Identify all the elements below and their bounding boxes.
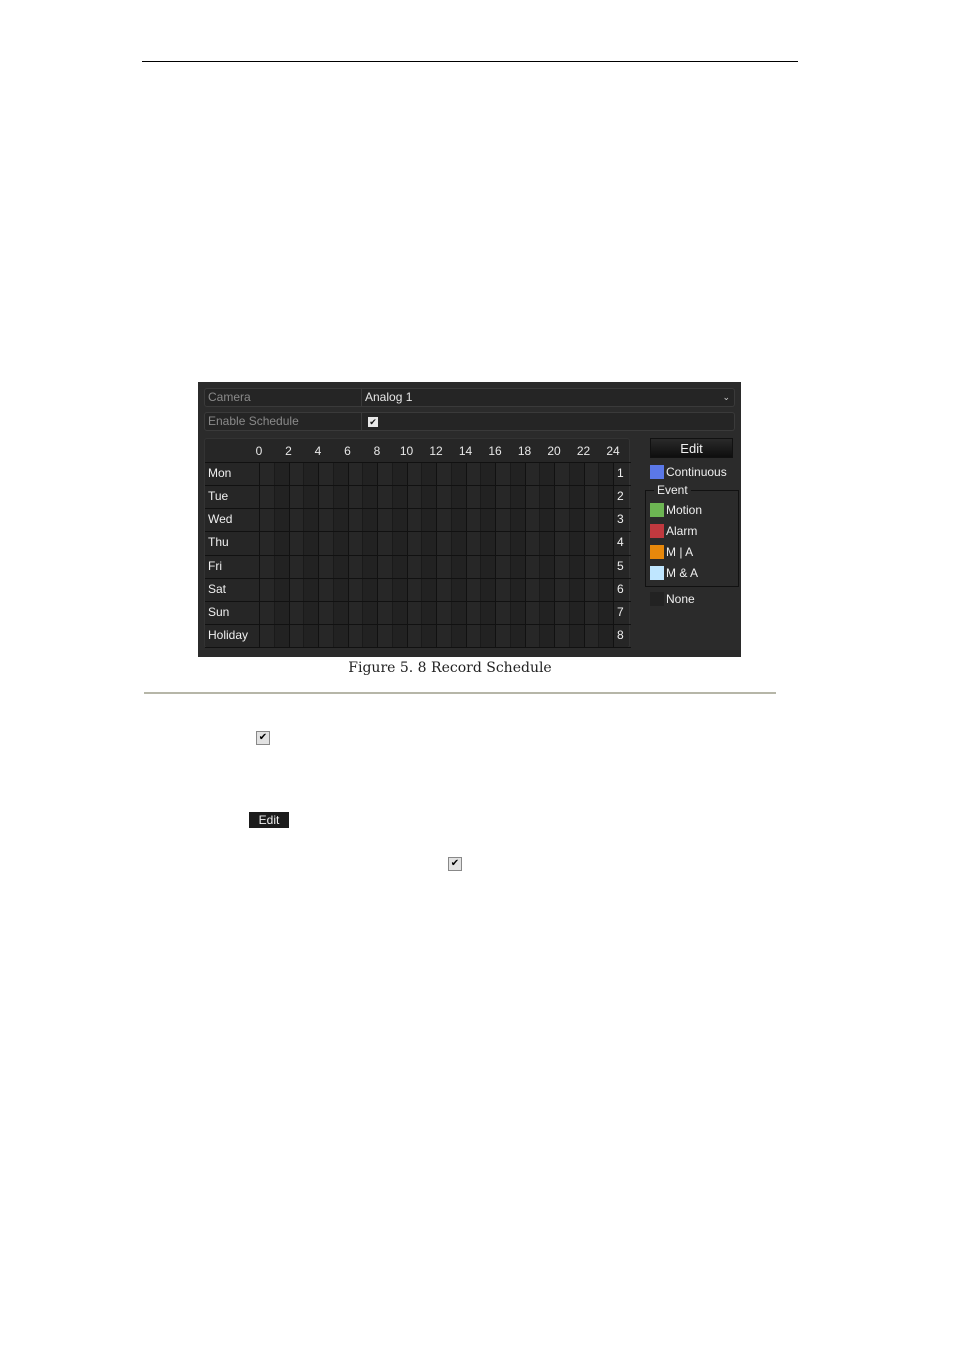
motion-label: Motion bbox=[666, 503, 703, 517]
none-swatch bbox=[650, 592, 664, 606]
row-number: 2 bbox=[617, 489, 624, 504]
legend-alarm[interactable]: Alarm bbox=[650, 524, 697, 538]
camera-select[interactable]: Analog 1 ⌄ bbox=[362, 388, 735, 407]
schedule-grid[interactable] bbox=[205, 462, 631, 648]
chevron-down-icon: ⌄ bbox=[722, 392, 730, 402]
hour-label: 22 bbox=[576, 444, 591, 458]
day-label: Tue bbox=[208, 489, 229, 504]
legend-motion-or-alarm[interactable]: M | A bbox=[650, 545, 693, 559]
checkbox-icon: ✔ bbox=[448, 857, 462, 871]
alarm-swatch bbox=[650, 524, 664, 538]
hour-label: 12 bbox=[429, 444, 443, 458]
day-label: Fri bbox=[208, 558, 222, 573]
motion-or-alarm-label: M | A bbox=[666, 545, 694, 559]
grid-horizontal-line bbox=[205, 577, 631, 579]
row-number: 3 bbox=[617, 512, 624, 527]
legend-none[interactable]: None bbox=[650, 592, 695, 606]
hour-label: 0 bbox=[255, 444, 263, 458]
motion-swatch bbox=[650, 503, 664, 517]
motion-and-alarm-swatch bbox=[650, 566, 664, 580]
hour-label: 6 bbox=[344, 444, 351, 458]
camera-value: Analog 1 bbox=[365, 390, 413, 404]
row-number: 8 bbox=[617, 627, 624, 642]
event-legend-title: Event bbox=[654, 483, 691, 497]
none-label: None bbox=[666, 592, 695, 606]
hour-label: 8 bbox=[373, 444, 381, 458]
motion-or-alarm-swatch bbox=[650, 545, 664, 559]
grid-horizontal-line bbox=[205, 531, 631, 533]
hour-label: 16 bbox=[488, 444, 502, 458]
camera-row: Camera Analog 1 ⌄ bbox=[204, 388, 735, 407]
grid-horizontal-line bbox=[205, 623, 631, 625]
grid-horizontal-line bbox=[205, 508, 631, 510]
enable-schedule-label: Enable Schedule bbox=[204, 412, 362, 431]
row-number: 7 bbox=[617, 604, 624, 619]
day-label: Wed bbox=[208, 512, 233, 527]
hour-label: 18 bbox=[517, 444, 532, 458]
legend-motion-and-alarm[interactable]: M & A bbox=[650, 566, 698, 580]
row-number: 5 bbox=[617, 558, 624, 573]
continuous-swatch bbox=[650, 465, 664, 479]
day-label: Holiday bbox=[208, 627, 249, 642]
day-label: Mon bbox=[208, 466, 232, 480]
figure-caption: Figure 5. 8 Record Schedule bbox=[348, 660, 552, 676]
separator-rule bbox=[144, 692, 776, 694]
grid-horizontal-line bbox=[205, 600, 631, 602]
checkbox-icon: ✔ bbox=[256, 731, 270, 745]
alarm-label: Alarm bbox=[666, 524, 698, 538]
record-schedule-panel: Camera Analog 1 ⌄ Enable Schedule ✔ 0246… bbox=[198, 382, 741, 657]
grid-horizontal-line bbox=[205, 462, 631, 463]
grid-horizontal-line bbox=[205, 554, 631, 556]
row-number: 1 bbox=[617, 466, 624, 480]
continuous-label: Continuous bbox=[666, 465, 727, 479]
enable-schedule-field: ✔ bbox=[362, 412, 735, 431]
hour-label: 20 bbox=[547, 444, 561, 458]
day-label: Thu bbox=[208, 535, 229, 550]
day-label: Sat bbox=[208, 581, 227, 596]
row-number: 6 bbox=[617, 581, 624, 596]
grid-horizontal-line bbox=[205, 647, 631, 648]
enable-schedule-checkbox[interactable]: ✔ bbox=[368, 417, 378, 427]
motion-and-alarm-label: M & A bbox=[666, 566, 699, 580]
day-label: Sun bbox=[208, 604, 230, 619]
legend-continuous[interactable]: Continuous bbox=[650, 465, 727, 479]
hour-label: 14 bbox=[458, 444, 473, 458]
hour-label: 10 bbox=[399, 444, 414, 458]
grid-horizontal-line bbox=[205, 485, 631, 487]
hour-label: 2 bbox=[285, 444, 292, 458]
edit-button[interactable]: Edit bbox=[650, 438, 733, 458]
edit-button-icon: Edit bbox=[249, 812, 289, 828]
hour-label: 4 bbox=[314, 444, 322, 458]
header-rule bbox=[142, 61, 798, 62]
enable-schedule-row: Enable Schedule ✔ bbox=[204, 412, 735, 431]
camera-label: Camera bbox=[204, 388, 362, 407]
schedule-grid-panel: 0 2 4 6 8 10 12 14 16 18 20 22 24 Mon Tue Wed Thu Fri Sat… bbox=[204, 438, 631, 648]
legend-motion[interactable]: Motion bbox=[650, 503, 702, 517]
hour-label: 24 bbox=[606, 444, 620, 458]
row-number: 4 bbox=[617, 535, 624, 550]
